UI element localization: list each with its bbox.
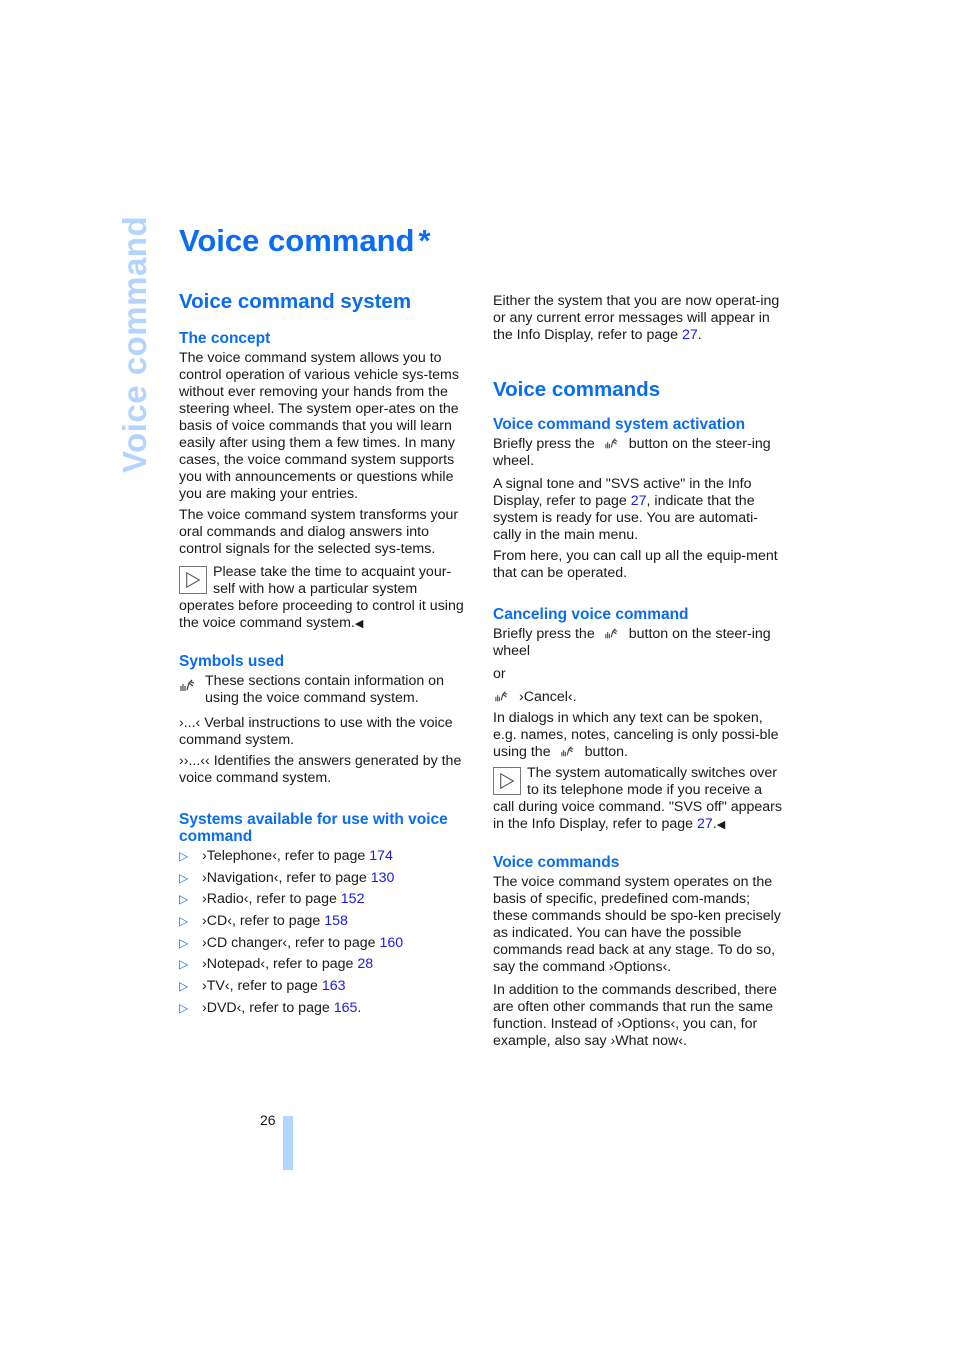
canceling-paragraph-2: In dialogs in which any text can be spok… [493,710,779,760]
page-link[interactable]: 163 [322,978,346,994]
system-answer-symbol: ››...‹‹ [179,753,210,769]
list-item: ▷ ›Radio‹, refer to page 152 [179,891,365,908]
bullet-triangle-icon: ▷ [179,979,189,994]
voice-command-icon [179,675,197,695]
bullet-triangle-icon: ▷ [179,892,189,907]
concept-paragraph-2: The voice command system transforms your… [179,507,459,557]
intro-paragraph: Either the system that you are now opera… [493,293,780,343]
page-marker-bar [283,1116,293,1170]
symbol-item: ›...‹ Verbal instructions to use with th… [179,715,471,749]
canceling-paragraph-1: Briefly press the button on the steer-ing… [493,626,771,659]
bullet-triangle-icon: ▷ [179,957,189,972]
list-item: ▷ ›CD‹, refer to page 158 [179,913,348,930]
symbol-item: ››...‹‹ Identifies the answers generated… [179,753,471,787]
subheading-concept: The concept [179,330,271,347]
symbol-description: These sections contain information on us… [205,673,444,706]
list-item: ▷ ›Notepad‹, refer to page 28 [179,956,374,973]
subheading-symbols-used: Symbols used [179,653,285,670]
list-item: ▷ ›CD changer‹, refer to page 160 [179,934,404,951]
commands-paragraph-2: In addition to the commands described, t… [493,982,777,1049]
verbal-instruction-symbol: ›...‹ [179,715,201,731]
bullet-triangle-icon: ▷ [179,870,189,885]
bullet-triangle-icon: ▷ [179,914,189,929]
section-heading-voice-command-system: Voice command system [179,290,412,313]
page-link[interactable]: 158 [324,913,348,929]
page-title-text: Voice command [179,223,415,258]
voice-command-icon [493,689,511,703]
list-item: ▷ ›Navigation‹, refer to page 130 [179,869,395,886]
cancel-command: ›Cancel‹. [493,689,785,706]
page-link[interactable]: 165 [334,1000,358,1016]
symbol-description: Verbal instructions to use with the voic… [179,715,453,748]
systems-list: ▷ ›Telephone‹, refer to page 174 ▷ ›Naviga… [179,848,471,1017]
activation-paragraph-1: Briefly press the button on the steer-ing… [493,436,771,469]
optional-equipment-marker: * [418,223,431,258]
page-link[interactable]: 27 [682,327,698,343]
page-link[interactable]: 27 [697,816,713,832]
list-item: ▷ ›DVD‹, refer to page 165. [179,999,362,1016]
page-link[interactable]: 174 [369,848,393,864]
subheading-systems-available: Systems available for use with voice com… [179,811,448,845]
end-mark-icon: ◀ [354,618,364,630]
note-block: The system automatically switches over t… [493,765,782,832]
voice-command-button-icon [603,436,621,450]
page-link[interactable]: 130 [371,870,395,886]
bullet-triangle-icon: ▷ [179,935,189,950]
end-mark-icon: ◀ [716,819,726,831]
or-text: or [493,666,506,682]
voice-command-button-icon [603,626,621,640]
activation-paragraph-2: A signal tone and "SVS active" in the In… [493,476,758,543]
activation-paragraph-3: From here, you can call up all the equip… [493,548,778,581]
page-link[interactable]: 27 [631,493,647,509]
commands-paragraph-1: The voice command system operates on the… [493,874,781,975]
list-item: ▷ ›TV‹, refer to page 163 [179,978,346,995]
note-block: Please take the time to acquaint your-se… [179,564,471,633]
right-column: Either the system that you are now opera… [493,293,785,1054]
section-heading-voice-commands: Voice commands [493,378,661,401]
page-link[interactable]: 152 [341,891,365,907]
page-link[interactable]: 160 [379,935,403,951]
note-triangle-icon [179,566,207,594]
note-triangle-icon [493,767,521,795]
note-text: Please take the time to acquaint your-se… [179,564,464,631]
subheading-activation: Voice command system activation [493,416,746,433]
list-item: ▷ ›Telephone‹, refer to page 174 [179,848,393,864]
symbol-description: Identifies the answers generated by the … [179,753,462,786]
symbol-item: These sections contain information on us… [179,673,471,711]
voice-command-button-icon [559,744,577,758]
bullet-triangle-icon: ▷ [179,1000,189,1015]
page-link[interactable]: 28 [357,956,373,972]
page-title: Voice command * [179,223,431,259]
subheading-canceling: Canceling voice command [493,606,689,623]
subheading-voice-commands: Voice commands [493,854,620,871]
bullet-triangle-icon: ▷ [179,849,189,863]
concept-paragraph-1: The voice command system allows you to c… [179,350,459,502]
left-column: Voice command system The concept The voi… [179,290,471,1022]
side-tab: Voice command [112,216,153,475]
side-tab-label: Voice command [116,215,153,473]
page-number: 26 [260,1112,276,1128]
